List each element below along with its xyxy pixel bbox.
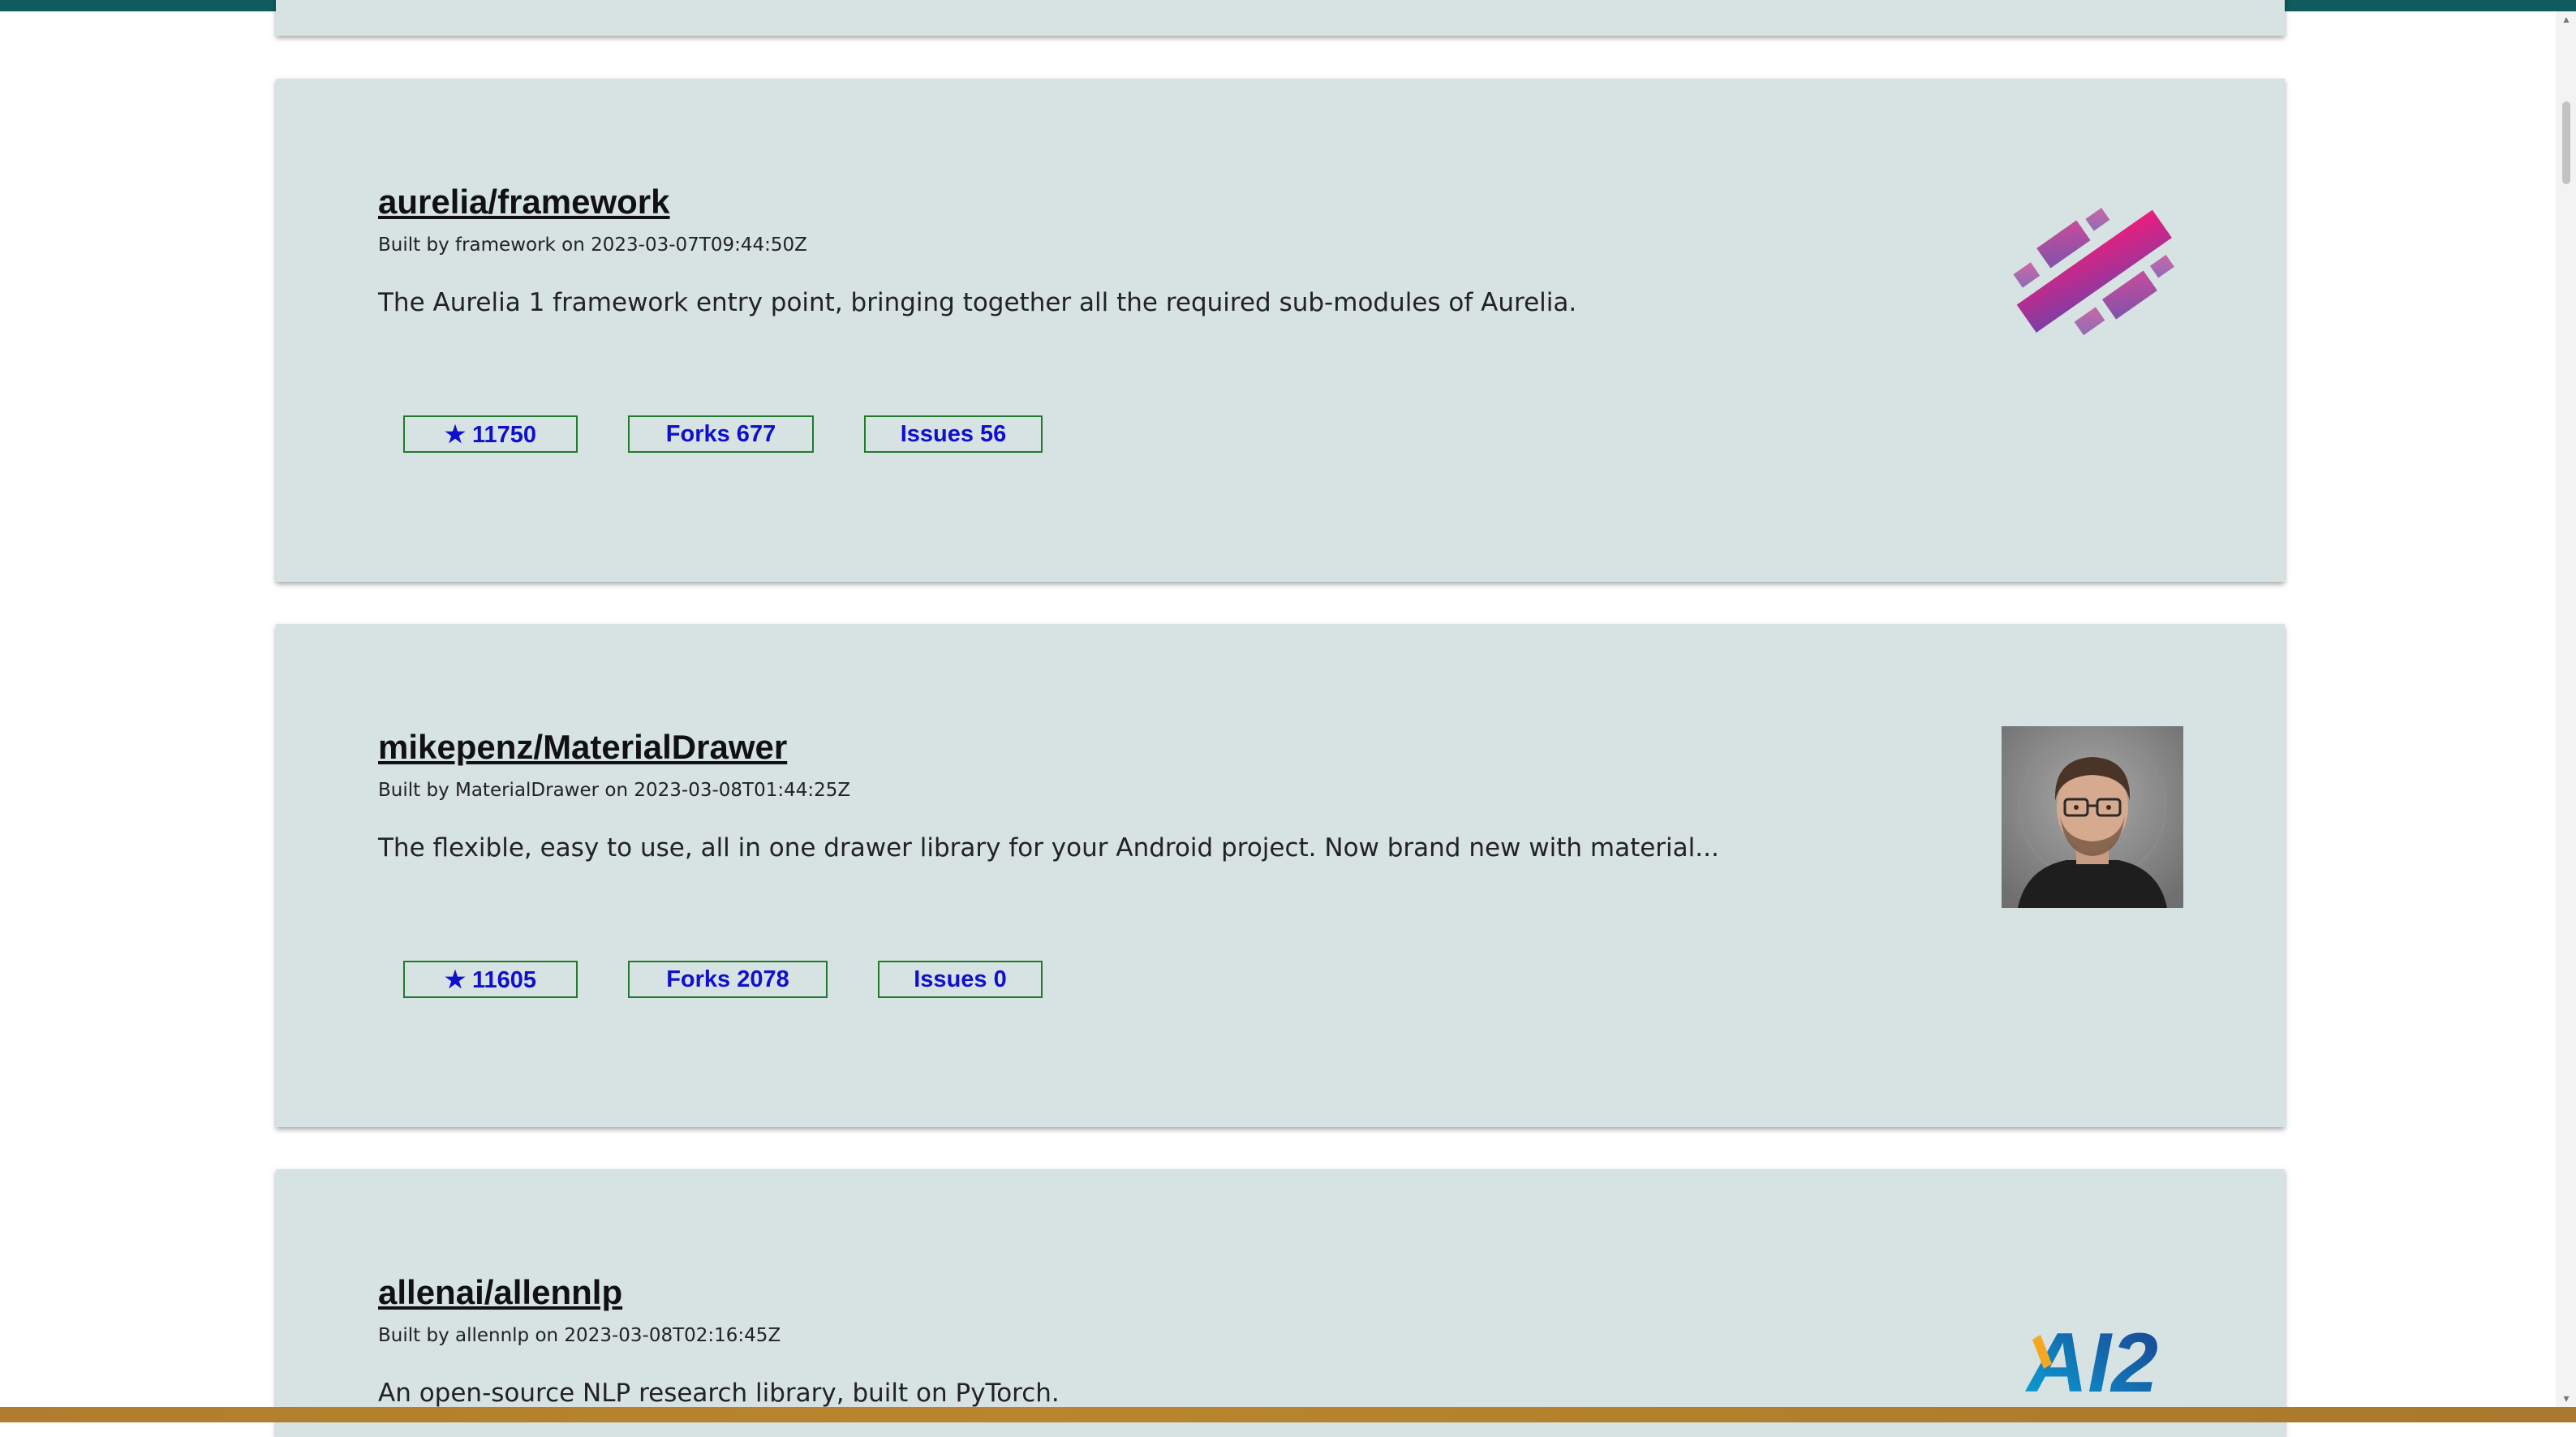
stars-badge[interactable]: ★ 11750	[403, 415, 578, 453]
ai2-logo-icon: AI2	[2002, 1307, 2183, 1413]
forks-badge[interactable]: Forks 2078	[628, 961, 828, 998]
vertical-scrollbar[interactable]	[2556, 11, 2576, 1407]
repo-title-link[interactable]: allenai/allennlp	[378, 1273, 622, 1312]
aurelia-logo-icon	[2002, 178, 2183, 359]
forks-badge[interactable]: Forks 677	[628, 415, 814, 453]
scrollbar-thumb[interactable]	[2562, 101, 2570, 184]
previous-repo-card	[276, 0, 2285, 36]
repo-card-aurelia: aurelia/framework Built by framework on …	[276, 79, 2285, 582]
stars-badge[interactable]: ★ 11605	[403, 961, 578, 998]
user-avatar-portrait	[2002, 726, 2183, 908]
repo-description: The Aurelia 1 framework entry point, bri…	[378, 288, 1577, 317]
repo-title-link[interactable]: aurelia/framework	[378, 183, 670, 222]
repo-meta: Built by MaterialDrawer on 2023-03-08T01…	[378, 780, 851, 801]
repo-title-link[interactable]: mikepenz/MaterialDrawer	[378, 728, 787, 767]
repo-description: The flexible, easy to use, all in one dr…	[378, 833, 1719, 863]
scroll-down-icon[interactable]: ▾	[2560, 1392, 2573, 1405]
issues-badge[interactable]: Issues 56	[864, 415, 1043, 453]
repo-description: An open-source NLP research library, bui…	[378, 1379, 1060, 1408]
repo-card-allennlp: allenai/allennlp Built by allennlp on 20…	[276, 1169, 2285, 1437]
issues-badge[interactable]: Issues 0	[878, 961, 1043, 998]
repo-meta: Built by framework on 2023-03-07T09:44:5…	[378, 234, 807, 256]
scroll-up-icon[interactable]: ▴	[2560, 13, 2573, 26]
repo-card-materialdrawer: mikepenz/MaterialDrawer Built by Materia…	[276, 624, 2285, 1127]
bottom-taskbar	[0, 1407, 2576, 1422]
repo-meta: Built by allennlp on 2023-03-08T02:16:45…	[378, 1325, 781, 1346]
